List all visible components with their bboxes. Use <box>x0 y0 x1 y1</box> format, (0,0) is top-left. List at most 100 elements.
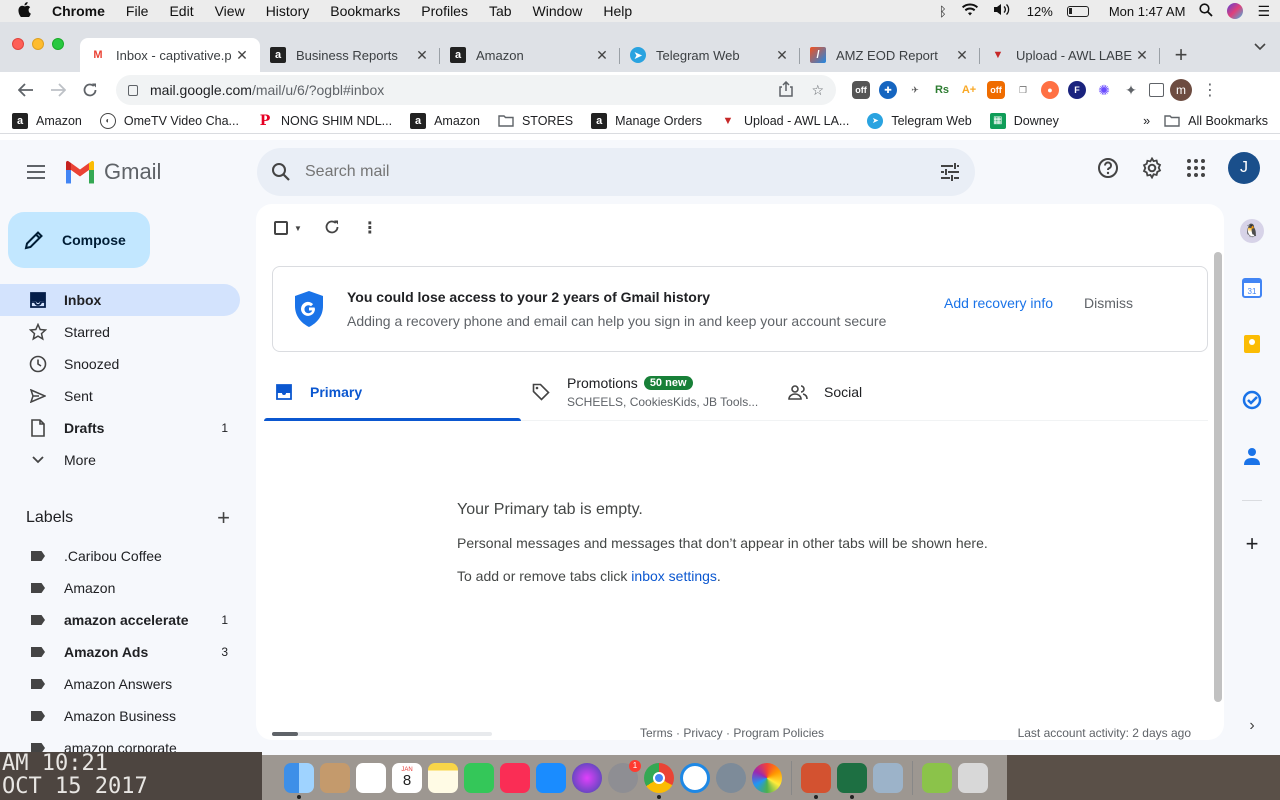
menu-help[interactable]: Help <box>603 3 632 19</box>
inbox-settings-link[interactable]: inbox settings <box>631 568 717 584</box>
siri-app-icon[interactable] <box>572 762 602 793</box>
account-avatar[interactable]: J <box>1228 152 1260 184</box>
footer-links[interactable]: Terms · Privacy · Program Policies <box>640 726 824 740</box>
bookmark-item[interactable]: ◐ OmeTV Video Cha... <box>99 112 239 129</box>
wifi-icon[interactable] <box>961 3 979 19</box>
extension-off-icon[interactable]: off <box>852 81 870 99</box>
menu-view[interactable]: View <box>215 3 245 19</box>
label-item[interactable]: amazon accelerate 1 <box>0 604 240 636</box>
search-input[interactable] <box>305 163 939 181</box>
label-item[interactable]: Amazon Business <box>0 700 240 732</box>
tab-social[interactable]: Social <box>778 364 1035 420</box>
chrome-menu-icon[interactable]: ⋮ <box>1202 80 1218 100</box>
close-window-button[interactable] <box>12 38 24 50</box>
bookmark-item[interactable]: a Manage Orders <box>591 112 702 129</box>
menu-window[interactable]: Window <box>533 3 583 19</box>
app-store-icon[interactable] <box>536 762 566 793</box>
bookmark-folder[interactable]: STORES <box>498 113 573 129</box>
safari-icon[interactable] <box>680 762 710 793</box>
facetime-icon[interactable] <box>464 762 494 793</box>
extension-rs-icon[interactable]: Rs <box>933 81 951 99</box>
nav-inbox[interactable]: Inbox <box>0 284 240 316</box>
downloads-folder-icon[interactable] <box>922 762 952 793</box>
bookmark-item[interactable]: a Amazon <box>410 112 480 129</box>
bookmark-item[interactable]: P NONG SHIM NDL... <box>257 113 392 129</box>
menu-app-name[interactable]: Chrome <box>52 3 105 19</box>
browser-tab-amz-eod-report[interactable]: / AMZ EOD Report ✕ <box>800 38 980 72</box>
get-addons-plus-icon[interactable]: + <box>1242 531 1262 556</box>
url-text[interactable]: mail.google.com/mail/u/6/?ogbl#inbox <box>150 82 761 98</box>
browser-tab-amazon[interactable]: a Amazon ✕ <box>440 38 620 72</box>
bluetooth-icon[interactable]: ᛒ <box>939 4 947 19</box>
close-tab-icon[interactable]: ✕ <box>1134 47 1150 64</box>
bookmark-item[interactable]: ➤ Telegram Web <box>867 112 972 129</box>
control-center-icon[interactable]: ☰ <box>1257 3 1270 20</box>
tab-promotions[interactable]: Promotions 50 new SCHEELS, CookiesKids, … <box>521 364 778 420</box>
extension-aplus-icon[interactable]: A+ <box>960 81 978 99</box>
launchpad-icon[interactable] <box>716 762 746 793</box>
preview-icon[interactable] <box>873 762 903 793</box>
extension-circle-icon[interactable]: ✚ <box>879 81 897 99</box>
extension-f-icon[interactable]: F <box>1068 81 1086 99</box>
nav-snoozed[interactable]: Snoozed <box>0 348 240 380</box>
zoom-window-button[interactable] <box>52 38 64 50</box>
tasks-icon[interactable] <box>1242 390 1262 410</box>
siri-icon[interactable] <box>1227 3 1244 19</box>
label-item[interactable]: Amazon Ads 3 <box>0 636 240 668</box>
close-tab-icon[interactable]: ✕ <box>414 47 430 64</box>
select-all-checkbox[interactable]: ▼ <box>274 221 302 235</box>
create-label-button[interactable]: + <box>217 505 230 531</box>
close-tab-icon[interactable]: ✕ <box>234 47 250 64</box>
minimize-window-button[interactable] <box>32 38 44 50</box>
settings-gear-icon[interactable] <box>1140 156 1164 180</box>
nav-drafts[interactable]: Drafts 1 <box>0 412 240 444</box>
finder-icon[interactable] <box>284 762 314 799</box>
bookmarks-overflow-button[interactable]: » <box>1143 114 1150 128</box>
search-icon[interactable] <box>271 162 291 182</box>
search-options-icon[interactable] <box>939 161 961 183</box>
keep-icon[interactable] <box>1242 334 1262 354</box>
extension-off-orange-icon[interactable]: off <box>987 81 1005 99</box>
gmail-logo[interactable]: Gmail <box>64 159 161 185</box>
lock-icon[interactable] <box>128 84 138 96</box>
horizontal-scrollbar[interactable] <box>272 732 492 736</box>
tab-primary[interactable]: Primary <box>264 364 521 421</box>
close-tab-icon[interactable]: ✕ <box>954 47 970 64</box>
add-recovery-info-button[interactable]: Add recovery info <box>944 295 1053 311</box>
spotlight-search-icon[interactable] <box>1199 2 1214 20</box>
side-panel-icon[interactable] <box>1149 83 1164 97</box>
bookmark-item[interactable]: ▼ Upload - AWL LA... <box>720 113 850 129</box>
extensions-puzzle-icon[interactable]: ✦ <box>1122 81 1140 99</box>
refresh-icon[interactable] <box>324 219 340 238</box>
close-tab-icon[interactable]: ✕ <box>774 47 790 64</box>
nav-more[interactable]: More <box>0 444 240 476</box>
system-preferences-icon[interactable]: 1 <box>608 759 641 793</box>
menu-profiles[interactable]: Profiles <box>421 3 468 19</box>
contacts-book-icon[interactable] <box>320 762 350 793</box>
nav-sent[interactable]: Sent <box>0 380 240 412</box>
label-item[interactable]: Amazon Answers <box>0 668 240 700</box>
close-tab-icon[interactable]: ✕ <box>594 47 610 64</box>
nav-starred[interactable]: Starred <box>0 316 240 348</box>
tab-search-chevron-icon[interactable] <box>1254 40 1266 54</box>
menu-history[interactable]: History <box>266 3 310 19</box>
show-side-panel-chevron-icon[interactable]: › <box>1242 716 1262 736</box>
share-icon[interactable] <box>779 80 794 100</box>
label-item[interactable]: Amazon <box>0 572 240 604</box>
browser-tab-telegram[interactable]: ➤ Telegram Web ✕ <box>620 38 800 72</box>
menu-tab[interactable]: Tab <box>489 3 512 19</box>
label-item[interactable]: .Caribou Coffee <box>0 540 240 572</box>
trash-icon[interactable] <box>958 762 988 793</box>
extension-star-icon[interactable]: ✺ <box>1095 81 1113 99</box>
support-help-icon[interactable] <box>1096 156 1120 180</box>
google-apps-grid-icon[interactable] <box>1184 156 1208 180</box>
menu-bookmarks[interactable]: Bookmarks <box>330 3 400 19</box>
reminders-icon[interactable] <box>356 762 386 793</box>
extension-bird-icon[interactable]: ✈ <box>906 81 924 99</box>
forward-button[interactable] <box>42 76 74 104</box>
all-bookmarks-button[interactable]: All Bookmarks <box>1164 113 1268 129</box>
browser-tab-business-reports[interactable]: a Business Reports ✕ <box>260 38 440 72</box>
browser-tab-upload-awl[interactable]: ▼ Upload - AWL LABE ✕ <box>980 38 1160 72</box>
bookmark-item[interactable]: a Amazon <box>12 112 82 129</box>
excel-icon[interactable] <box>837 762 867 799</box>
